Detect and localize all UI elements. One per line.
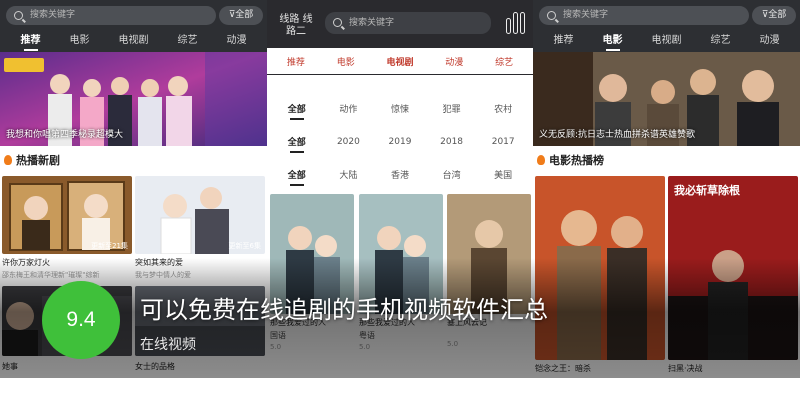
tab-tv[interactable]: 电视剧 [386,55,413,68]
drama-card[interactable]: 那些我爱过的人 国语 5.0 [270,194,354,351]
poster-image [668,176,798,360]
card-subtitle: 粤语 [359,331,375,340]
search-input[interactable]: 搜索关键字 [6,6,216,25]
tab-movie[interactable]: 电影 [70,31,90,51]
right-header: 搜索关键字 ⊽全部 推荐 电影 电视剧 综艺 动漫 [533,0,800,52]
drama-card[interactable]: 那些我爱过的人 粤语 5.0 [359,194,443,351]
tab-variety[interactable]: 综艺 [495,55,513,68]
banner-carousel[interactable]: 义无反顾:抗日志士热血拼杀谱英雄赞歌 [533,52,800,146]
update-badge: 更新至6集 [228,242,261,250]
search-input[interactable]: 搜索关键字 [325,12,491,34]
article-category[interactable]: 在线视频 [140,334,196,354]
search-placeholder: 搜索关键字 [563,10,609,20]
middle-screenshot: 线路 线路二 搜索关键字 推荐 电影 电视剧 动漫 综艺 全部 动作 惊悚 犯罪… [267,0,533,400]
left-header: 搜索关键字 ⊽全部 推荐 电影 电视剧 综艺 动漫 [0,0,267,52]
article-title[interactable]: 可以免费在线追剧的手机视频软件汇总 [140,290,548,325]
tab-anime[interactable]: 动漫 [760,31,780,51]
filter-option[interactable]: 农村 [481,102,525,115]
poster-image [535,176,665,360]
filter-all-button[interactable]: ⊽全部 [219,6,263,25]
tab-movie[interactable]: 电影 [337,55,355,68]
section-title: 电影热播榜 [537,152,604,168]
filter-option[interactable]: 大陆 [326,168,370,181]
update-badge: 更新至21集 [91,242,128,250]
filter-option[interactable]: 全部 [275,168,319,186]
filter-option[interactable]: 香港 [378,168,422,181]
source-line-label[interactable]: 线路 线路二 [275,14,317,38]
card-subtitle: 我与梦中情人的爱 [135,271,191,279]
card-title: 许你万家灯火 [2,258,50,267]
left-screenshot: 搜索关键字 ⊽全部 推荐 电影 电视剧 综艺 动漫 我想和你唱第四季秘录超模大 [0,0,267,400]
card-title: 她事 [2,362,18,371]
tab-recommend[interactable]: 推荐 [21,31,41,51]
category-tabs: 推荐 电影 电视剧 综艺 动漫 [533,31,800,51]
fire-icon [537,155,545,165]
filter-option[interactable]: 全部 [275,135,319,153]
filter-option[interactable]: 2020 [326,137,370,147]
tab-recommend[interactable]: 推荐 [554,31,574,51]
tab-variety[interactable]: 综艺 [711,31,731,51]
card-score: 5.0 [447,340,459,348]
tab-tv[interactable]: 电视剧 [652,31,682,51]
banner-carousel[interactable]: 我想和你唱第四季秘录超模大 [0,52,267,146]
poster-text: 我必斩草除根 [674,184,740,197]
filter-option[interactable]: 动作 [326,102,370,115]
filter-option[interactable]: 台湾 [430,168,474,181]
movie-card[interactable]: 铠念之王：暗杀 [535,176,665,374]
card-title: 突如其来的爱 [135,258,183,267]
movie-poster: 我必斩草除根 [668,176,798,360]
banner-caption: 义无反顾:抗日志士热血拼杀谱英雄赞歌 [539,130,696,140]
category-tabs: 推荐 电影 电视剧 动漫 综艺 [267,48,533,74]
tab-anime[interactable]: 动漫 [445,55,463,68]
tab-tv[interactable]: 电视剧 [119,31,149,51]
filter-option[interactable]: 惊悚 [378,102,422,115]
card-title: 扫黑·决战 [668,364,703,373]
search-placeholder: 搜索关键字 [349,18,395,28]
card-score: 5.0 [359,343,371,351]
filter-option[interactable]: 2017 [481,137,525,147]
filter-option[interactable]: 美国 [481,168,525,181]
right-screenshot: 搜索关键字 ⊽全部 推荐 电影 电视剧 综艺 动漫 义无反顾:抗日志士热血拼杀谱… [533,0,800,400]
search-icon [547,11,556,20]
banner-caption: 我想和你唱第四季秘录超模大 [6,130,124,140]
card-subtitle: 国语 [270,331,286,340]
movie-card[interactable]: 我必斩草除根 扫黑·决战 [668,176,798,374]
movie-poster [535,176,665,360]
rating-badge: 9.4 [42,281,120,359]
filter-option[interactable]: 2019 [378,137,422,147]
section-title: 热播新剧 [4,152,60,168]
card-title: 女士的品格 [135,362,175,371]
tab-anime[interactable]: 动漫 [227,31,247,51]
search-icon [333,18,342,27]
search-input[interactable]: 搜索关键字 [539,6,749,25]
fire-icon [4,155,12,165]
history-icon[interactable] [506,12,525,34]
filter-option[interactable]: 2018 [430,137,474,147]
year-filter-row: 全部 2020 2019 2018 2017 [267,125,533,158]
drama-poster: 更新至6集 [135,176,265,254]
drama-card[interactable]: 更新至21集 许你万家灯火 邵东梅王和清华理新"璀璨"综新 [2,176,132,280]
tab-movie[interactable]: 电影 [603,31,623,51]
filter-option[interactable]: 全部 [275,102,319,120]
category-tabs: 推荐 电影 电视剧 综艺 动漫 [0,31,267,51]
genre-filter-row: 全部 动作 惊悚 犯罪 农村 [267,92,533,125]
filter-panel: 全部 动作 惊悚 犯罪 农村 全部 2020 2019 2018 2017 全部… [267,92,533,191]
tab-variety[interactable]: 综艺 [178,31,198,51]
search-placeholder: 搜索关键字 [30,10,76,20]
card-title: 铠念之王：暗杀 [535,364,591,373]
region-filter-row: 全部 大陆 香港 台湾 美国 [267,158,533,191]
tab-recommend[interactable]: 推荐 [287,55,305,68]
filter-option[interactable]: 犯罪 [430,102,474,115]
drama-poster: 更新至21集 [2,176,132,254]
card-score: 5.0 [270,343,282,351]
drama-card[interactable]: 更新至6集 突如其来的爱 我与梦中情人的爱 [135,176,265,280]
middle-header: 线路 线路二 搜索关键字 推荐 电影 电视剧 动漫 综艺 [267,0,533,75]
card-subtitle: 邵东梅王和清华理新"璀璨"综新 [2,271,100,279]
search-icon [14,11,23,20]
filter-all-button[interactable]: ⊽全部 [752,6,796,25]
